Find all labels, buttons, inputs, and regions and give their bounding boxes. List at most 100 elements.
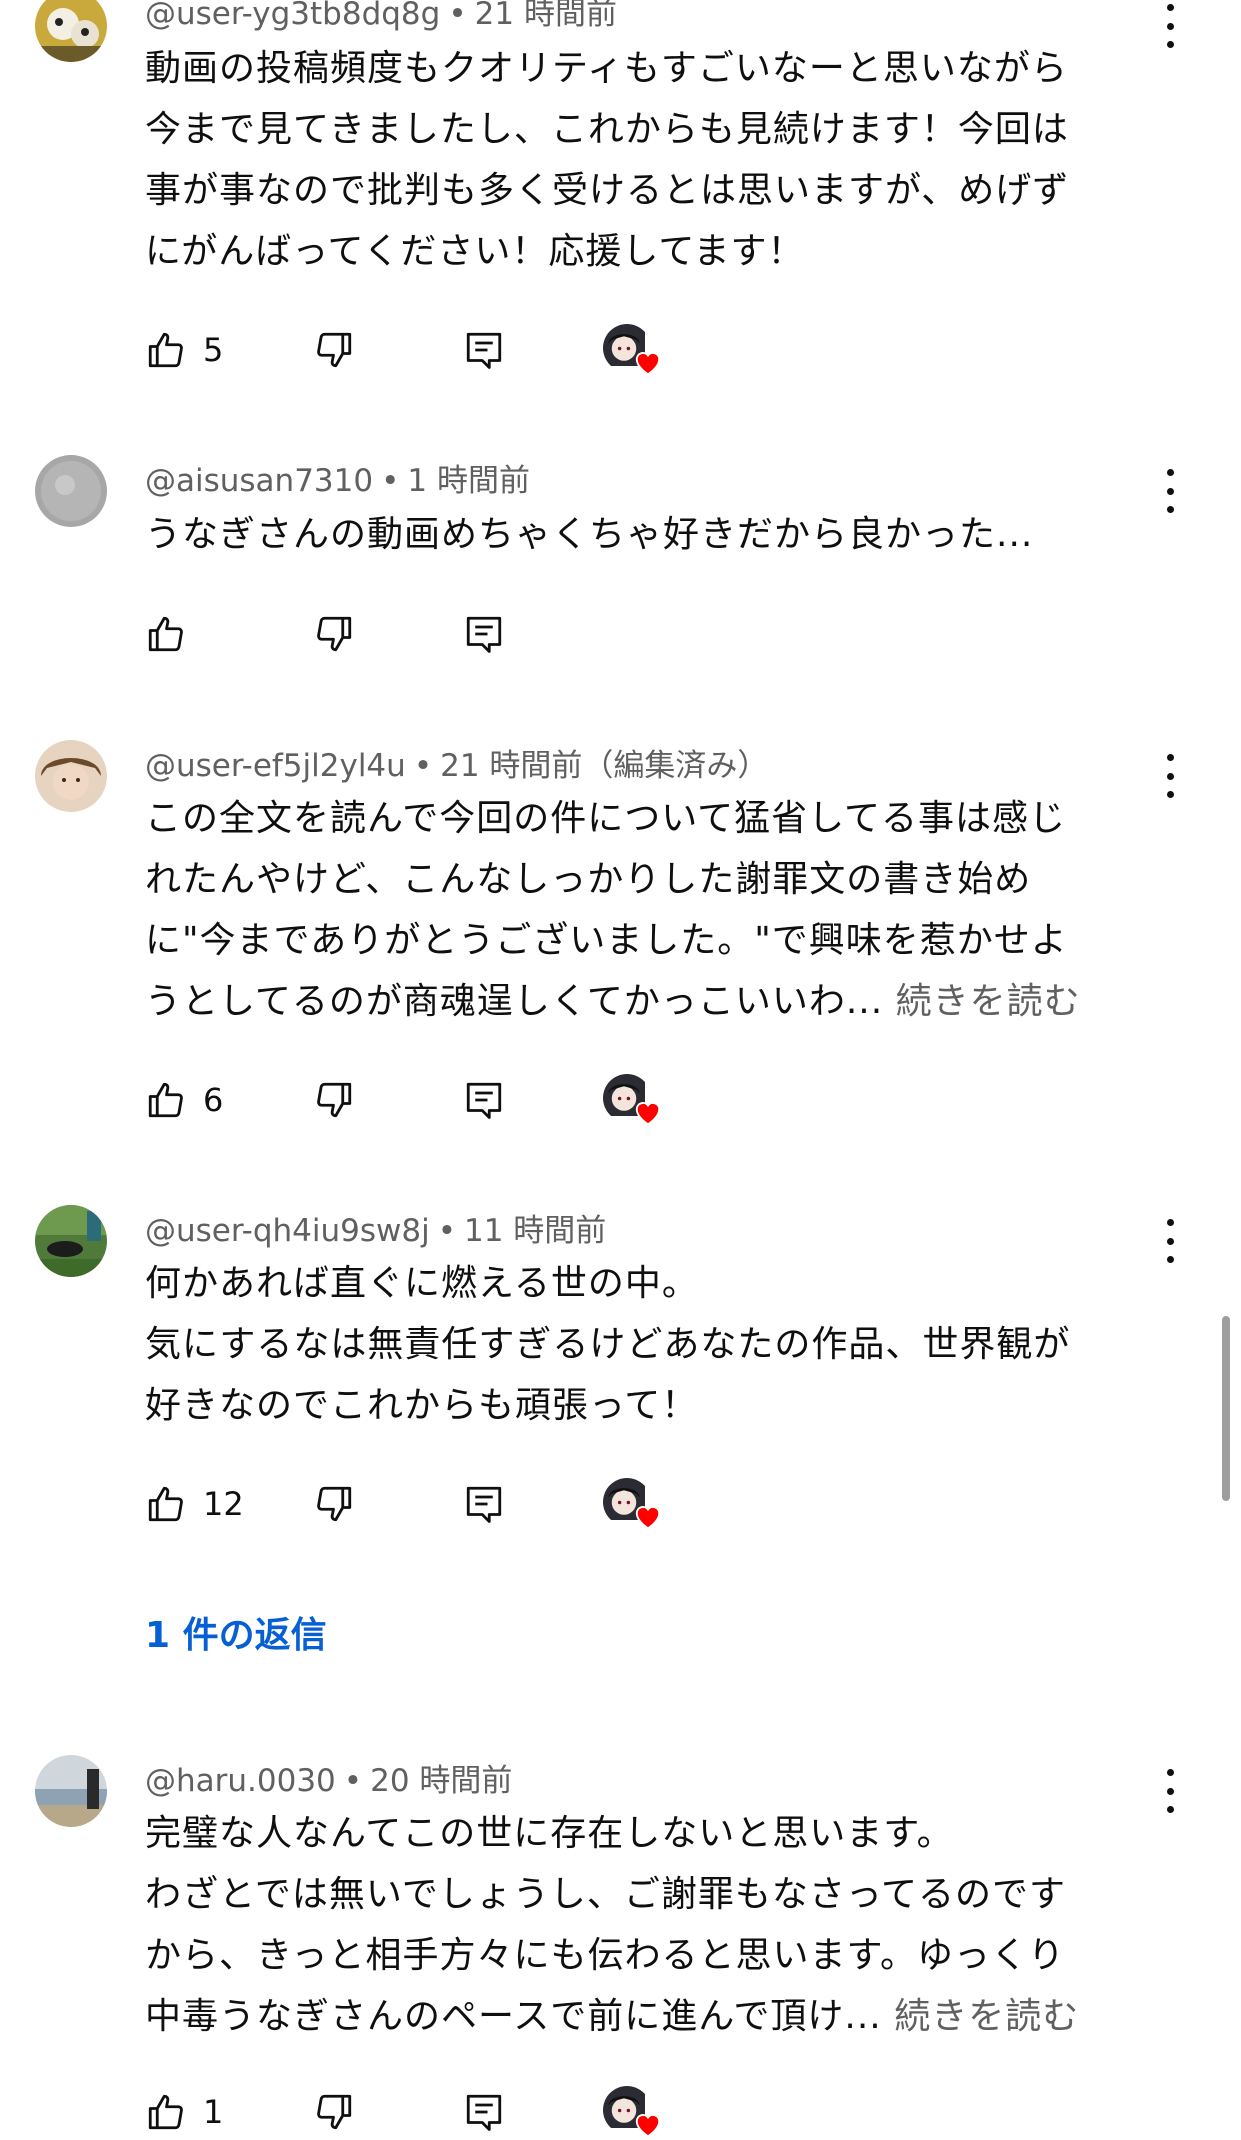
comment-line: 完璧な人なんてこの世に存在しないと思います。 <box>145 1813 954 1854</box>
comment-time[interactable]: 1 時間前 <box>407 463 530 499</box>
comment-actions: 5 <box>145 322 745 378</box>
more-vert-icon[interactable] <box>1152 1213 1188 1269</box>
like-count: 5 <box>203 331 224 369</box>
reply-icon <box>466 616 502 653</box>
creator-heart-icon <box>603 2084 663 2140</box>
thumbs-down-icon <box>317 616 352 652</box>
reply-icon <box>466 1082 502 1119</box>
thumbs-up-icon <box>148 1486 183 1522</box>
like-button[interactable]: 6 <box>145 1072 223 1128</box>
comment-line: から、きっと相手方々にも伝わると思います。ゆっくり <box>145 1935 1065 1976</box>
comment-time[interactable]: 21 時間前（編集済み） <box>440 748 768 784</box>
avatar[interactable] <box>35 455 107 527</box>
like-count: 12 <box>203 1485 244 1523</box>
comment-meta: @user-yg3tb8dq8g • 21 時間前 <box>145 0 617 33</box>
creator-heart-icon <box>603 322 663 378</box>
read-more-link[interactable]: 続きを読む <box>896 981 1081 1022</box>
creator-heart-icon <box>603 1476 663 1532</box>
thumbs-up-icon <box>148 616 183 652</box>
comment-line: うなぎさんの動画めちゃくちゃ好きだから良かった... <box>145 514 1034 555</box>
thumbs-up-icon <box>148 332 183 368</box>
dislike-button[interactable] <box>313 2084 355 2140</box>
comment-meta: @haru.0030 • 20 時間前 <box>145 1755 512 1800</box>
comment-meta: @aisusan7310 • 1 時間前 <box>145 455 530 500</box>
comment-line: に"今までありがとうございました。"で興味を惹かせよ <box>145 920 1068 961</box>
reply-button[interactable] <box>463 1072 505 1128</box>
view-replies-button[interactable]: 1 件の返信 <box>145 1606 327 1658</box>
comment-actions: 12 <box>145 1476 745 1532</box>
thumbs-up-icon <box>148 2094 183 2130</box>
comment-meta: @user-qh4iu9sw8j • 11 時間前 <box>145 1205 606 1250</box>
reply-icon <box>466 332 502 369</box>
separator: • <box>437 1213 456 1249</box>
comment-actions: 1 <box>145 2084 745 2140</box>
thumbs-down-icon <box>317 332 352 368</box>
avatar[interactable] <box>35 1205 107 1277</box>
comment-actions <box>145 606 745 662</box>
comment-line: 中毒うなぎさんのペースで前に進んで頂け... 続きを読む <box>145 1986 1135 2047</box>
comment-actions: 6 <box>145 1072 745 1128</box>
comment-text: 動画の投稿頻度もクオリティもすごいなーと思いながら 今まで見てきましたし、これか… <box>145 38 1135 282</box>
avatar[interactable] <box>35 0 107 62</box>
reply-button[interactable] <box>463 1476 505 1532</box>
reply-icon <box>466 2094 502 2131</box>
comment-time[interactable]: 20 時間前 <box>370 1763 512 1799</box>
thumbs-down-icon <box>317 2094 352 2130</box>
comment-line: 好きなのでこれからも頑張って！ <box>145 1385 699 1426</box>
comment-line-text: 中毒うなぎさんのペースで前に進んで頂け... <box>145 1996 882 2037</box>
read-more-link[interactable]: 続きを読む <box>894 1996 1079 2037</box>
dislike-button[interactable] <box>313 1476 355 1532</box>
like-button[interactable]: 1 <box>145 2084 223 2140</box>
thumbs-down-icon <box>317 1486 352 1522</box>
comment-line: 動画の投稿頻度もクオリティもすごいなーと思いながら <box>145 48 1068 89</box>
separator: • <box>381 463 400 499</box>
comment-time[interactable]: 11 時間前 <box>464 1213 606 1249</box>
like-button[interactable] <box>145 606 187 662</box>
author-handle[interactable]: @user-qh4iu9sw8j <box>145 1213 430 1249</box>
more-vert-icon[interactable] <box>1152 1763 1188 1819</box>
like-button[interactable]: 12 <box>145 1476 244 1532</box>
avatar[interactable] <box>35 740 107 812</box>
reply-icon <box>466 1486 502 1523</box>
like-count: 1 <box>203 2093 224 2131</box>
thumbs-up-icon <box>148 1082 183 1118</box>
like-button[interactable]: 5 <box>145 322 223 378</box>
author-handle[interactable]: @haru.0030 <box>145 1763 336 1799</box>
more-vert-icon[interactable] <box>1152 0 1188 54</box>
more-vert-icon[interactable] <box>1152 463 1188 519</box>
dislike-button[interactable] <box>313 1072 355 1128</box>
comment-line: 気にするなは無責任すぎるけどあなたの作品、世界観が <box>145 1324 1071 1365</box>
separator: • <box>448 0 467 32</box>
comment-text: 完璧な人なんてこの世に存在しないと思います。 わざとでは無いでしょうし、ご謝罪も… <box>145 1803 1135 2047</box>
reply-button[interactable] <box>463 606 505 662</box>
reply-button[interactable] <box>463 2084 505 2140</box>
avatar[interactable] <box>35 1755 107 1827</box>
comment-line: 事が事なので批判も多く受けるとは思いますが、めげず <box>145 170 1070 211</box>
comment-text: この全文を読んで今回の件について猛省してる事は感じ れたんやけど、こんなしっかり… <box>145 788 1135 1032</box>
comment-line: この全文を読んで今回の件について猛省してる事は感じ <box>145 798 1067 839</box>
reply-button[interactable] <box>463 322 505 378</box>
comment-line: 今まで見てきましたし、これからも見続けます！今回は <box>145 109 1069 150</box>
comment-line: にがんばってください！応援してます！ <box>145 231 805 272</box>
dislike-button[interactable] <box>313 606 355 662</box>
dislike-button[interactable] <box>313 322 355 378</box>
comment-text: 何かあれば直ぐに燃える世の中。 気にするなは無責任すぎるけどあなたの作品、世界観… <box>145 1253 1135 1436</box>
separator: • <box>343 1763 363 1799</box>
comment-line: わざとでは無いでしょうし、ご謝罪もなさってるのです <box>145 1874 1067 1915</box>
comment-line: 何かあれば直ぐに燃える世の中。 <box>145 1263 699 1304</box>
comment-meta: @user-ef5jl2yl4u • 21 時間前（編集済み） <box>145 740 768 785</box>
author-handle[interactable]: @aisusan7310 <box>145 463 373 499</box>
author-handle[interactable]: @user-ef5jl2yl4u <box>145 748 406 784</box>
creator-heart-icon <box>603 1072 663 1128</box>
scrollbar[interactable] <box>1222 1316 1230 1501</box>
separator: • <box>413 748 433 784</box>
comment-line: うとしてるのが商魂逞しくてかっこいいわ... 続きを読む <box>145 971 1135 1032</box>
comment-text: うなぎさんの動画めちゃくちゃ好きだから良かった... <box>145 504 1135 565</box>
comment-line: れたんやけど、こんなしっかりした謝罪文の書き始め <box>145 859 1032 900</box>
more-vert-icon[interactable] <box>1152 748 1188 804</box>
comment-time[interactable]: 21 時間前 <box>475 0 617 32</box>
author-handle[interactable]: @user-yg3tb8dq8g <box>145 0 440 32</box>
comment-line-text: うとしてるのが商魂逞しくてかっこいいわ... <box>145 981 884 1022</box>
thumbs-down-icon <box>317 1082 352 1118</box>
like-count: 6 <box>203 1081 224 1119</box>
